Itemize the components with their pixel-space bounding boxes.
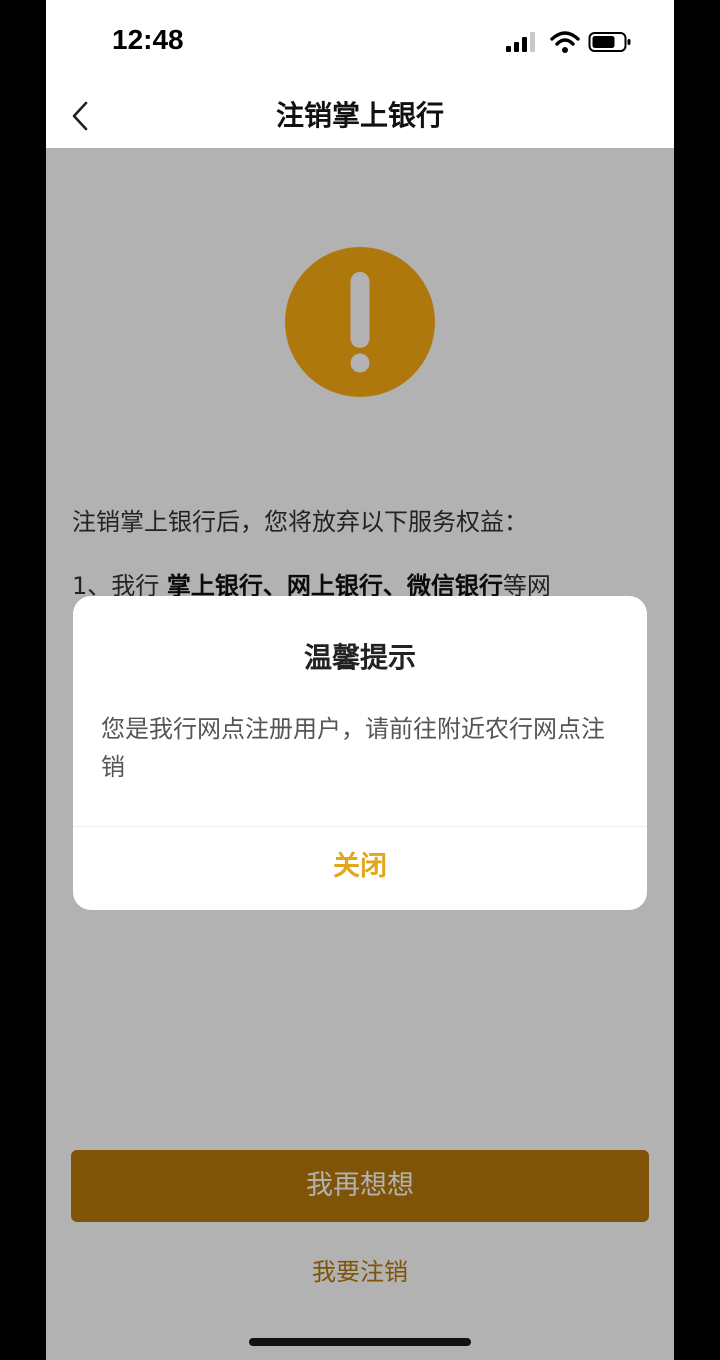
battery-icon xyxy=(588,32,631,52)
phone-screen: 12:48 注销掌上银行 注销掌上银行后，您将放弃以下服务权益： 1、我行 掌上… xyxy=(46,0,674,1360)
page-title: 注销掌上银行 xyxy=(275,99,444,132)
navigation-bar: 注销掌上银行 xyxy=(46,84,674,148)
home-indicator[interactable] xyxy=(249,1338,471,1346)
signal-icon xyxy=(506,32,538,52)
wifi-icon xyxy=(550,31,580,53)
dialog-message: 您是我行网点注册用户，请前往附近农行网点注销 xyxy=(101,715,605,781)
alert-dialog: 温馨提示 您是我行网点注册用户，请前往附近农行网点注销 关闭 xyxy=(73,596,647,910)
dialog-title: 温馨提示 xyxy=(303,641,416,674)
status-time: 12:48 xyxy=(112,24,184,55)
status-bar: 12:48 xyxy=(46,0,674,84)
close-button[interactable]: 关闭 xyxy=(73,827,647,910)
